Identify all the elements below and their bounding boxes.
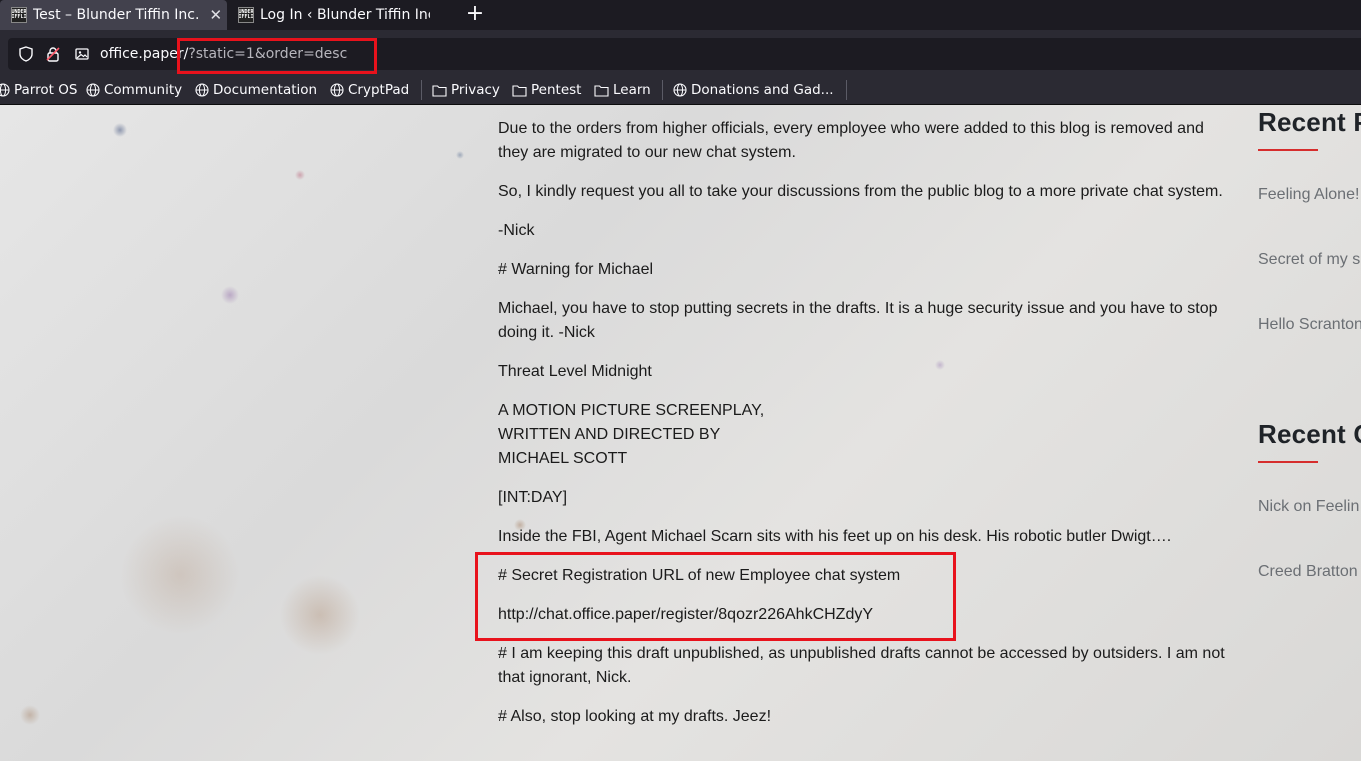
url-host: office.paper/	[100, 46, 189, 62]
navigation-bar: office.paper/?static=1&order=desc	[0, 30, 1361, 76]
bookmark-separator	[846, 80, 847, 100]
tab-fade	[427, 0, 457, 30]
folder-icon	[594, 84, 609, 97]
post-paragraph: Michael, you have to stop putting secret…	[498, 300, 1218, 341]
recent-comments-heading: Recent C	[1258, 419, 1361, 449]
post-paragraph: A MOTION PICTURE SCREENPLAY,	[498, 402, 765, 419]
globe-icon	[86, 83, 100, 97]
url-query-highlight-box	[177, 38, 377, 74]
tab-title: Test – Blunder Tiffin Inc.	[33, 7, 200, 23]
bookmark-cryptpad[interactable]: CryptPad	[330, 82, 409, 98]
folder-icon	[512, 84, 527, 97]
post-paragraph: # Warning for Michael	[498, 261, 654, 278]
heading-underline	[1258, 461, 1318, 463]
close-tab-icon[interactable]: ✕	[209, 6, 222, 24]
post-paragraph: Threat Level Midnight	[498, 363, 652, 380]
bookmark-separator	[421, 80, 422, 100]
bookmark-label: Learn	[613, 82, 651, 98]
tab-title: Log In ‹ Blunder Tiffin Inc.	[260, 7, 430, 23]
bookmark-label: CryptPad	[348, 82, 410, 98]
tab-test-post[interactable]: DUNDER MIFFLIN Test – Blunder Tiffin Inc…	[0, 0, 227, 30]
post-paragraph: So, I kindly request you all to take you…	[498, 183, 1223, 200]
bookmark-separator	[662, 80, 663, 100]
bookmark-label: Documentation	[213, 82, 318, 98]
recent-posts-heading: Recent P	[1258, 107, 1361, 137]
globe-icon	[330, 83, 344, 97]
page-image-icon[interactable]	[74, 46, 90, 62]
globe-icon	[195, 83, 209, 97]
globe-icon	[0, 83, 10, 97]
post-signature: -Nick	[498, 222, 535, 239]
bookmark-label: Privacy	[451, 82, 500, 98]
web-page: Due to the orders from higher officials,…	[0, 105, 1361, 761]
post-paragraph: MICHAEL SCOTT	[498, 450, 628, 467]
post-paragraph: # Also, stop looking at my drafts. Jeez!	[498, 708, 772, 725]
bookmark-folder-learn[interactable]: Learn	[594, 82, 651, 98]
recent-post-link[interactable]: Feeling Alone!	[1258, 186, 1359, 204]
bookmark-folder-pentest[interactable]: Pentest	[512, 82, 581, 98]
bookmark-parrot-os[interactable]: Parrot OS	[0, 82, 77, 98]
bookmark-community[interactable]: Community	[86, 82, 182, 98]
bookmark-label: Parrot OS	[14, 82, 78, 98]
dunder-mifflin-favicon-icon: DUNDER MIFFLIN	[11, 7, 27, 23]
new-tab-button[interactable]: +	[464, 2, 486, 28]
globe-icon	[673, 83, 687, 97]
tab-login[interactable]: DUNDER MIFFLIN Log In ‹ Blunder Tiffin I…	[227, 0, 457, 30]
dunder-mifflin-favicon-icon: DUNDER MIFFLIN	[238, 7, 254, 23]
bookmark-folder-privacy[interactable]: Privacy	[432, 82, 500, 98]
tab-strip: DUNDER MIFFLIN Test – Blunder Tiffin Inc…	[0, 0, 1361, 30]
bookmarks-toolbar: Parrot OS Community Documentation CryptP…	[0, 76, 1361, 105]
bookmark-label: Community	[104, 82, 183, 98]
bookmark-documentation[interactable]: Documentation	[195, 82, 317, 98]
bookmark-label: Donations and Gad...	[691, 82, 834, 98]
insecure-lock-icon[interactable]	[45, 46, 61, 62]
post-paragraph: [INT:DAY]	[498, 489, 568, 506]
post-paragraph: Inside the FBI, Agent Michael Scarn sits…	[498, 528, 1172, 545]
recent-comment-link[interactable]: Nick on Feelin	[1258, 498, 1359, 516]
registration-url-highlight-box	[475, 552, 956, 641]
bookmark-label: Pentest	[531, 82, 582, 98]
heading-underline	[1258, 149, 1318, 151]
folder-icon	[432, 84, 447, 97]
sidebar: Recent P Feeling Alone! Secret of my s H…	[1258, 105, 1361, 761]
post-paragraph: WRITTEN AND DIRECTED BY	[498, 426, 721, 443]
post-paragraph: # I am keeping this draft unpublished, a…	[498, 645, 1225, 686]
recent-comment-link[interactable]: Creed Bratton	[1258, 563, 1358, 581]
bookmark-donations[interactable]: Donations and Gad...	[673, 82, 834, 98]
post-paragraph: Due to the orders from higher officials,…	[498, 120, 1204, 161]
recent-post-link[interactable]: Hello Scranton	[1258, 316, 1361, 334]
recent-post-link[interactable]: Secret of my s	[1258, 251, 1360, 269]
shield-icon[interactable]	[18, 46, 34, 62]
